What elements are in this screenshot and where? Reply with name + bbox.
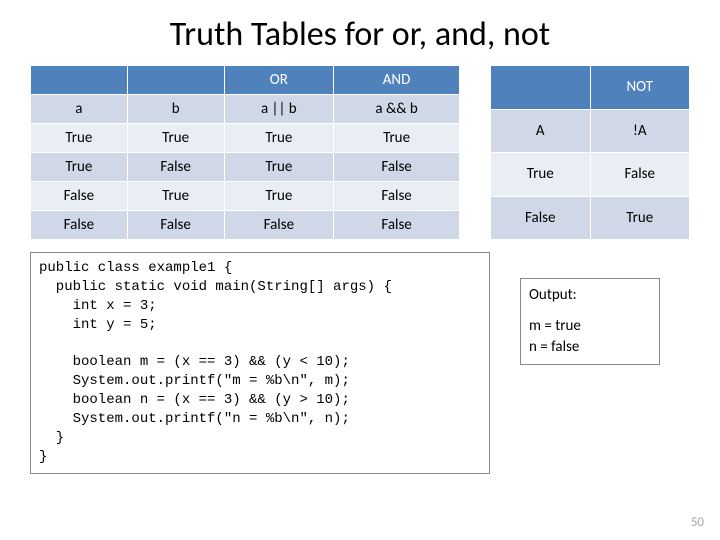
cell: True <box>224 124 334 153</box>
output-box: Output: m = true n = false <box>520 278 660 365</box>
cell: True <box>334 124 460 153</box>
cell: True <box>224 182 334 211</box>
cell: True <box>491 153 591 197</box>
cell: True <box>224 153 334 182</box>
col-or: a || b <box>224 95 334 124</box>
cell: False <box>590 153 690 197</box>
code-example: public class example1 { public static vo… <box>30 252 490 474</box>
table-row: True False True False <box>31 153 460 182</box>
blank-header <box>31 66 128 95</box>
col-not: !A <box>590 109 690 153</box>
output-label: Output: <box>529 285 651 306</box>
not-header: NOT <box>590 66 690 110</box>
col-a: A <box>491 109 591 153</box>
table-row: False False False False <box>31 211 460 240</box>
truth-table-not: NOT A !A True False False True <box>490 65 690 240</box>
page-number: 50 <box>691 515 704 530</box>
cell: False <box>491 196 591 240</box>
or-header: OR <box>224 66 334 95</box>
col-and: a && b <box>334 95 460 124</box>
cell: False <box>31 182 128 211</box>
cell: False <box>334 182 460 211</box>
cell: True <box>31 153 128 182</box>
cell: True <box>31 124 128 153</box>
cell: True <box>127 124 224 153</box>
cell: False <box>127 153 224 182</box>
tables-row: OR AND a b a || b a && b True True True … <box>0 61 720 240</box>
cell: True <box>127 182 224 211</box>
cell: False <box>224 211 334 240</box>
table-row: False True True False <box>31 182 460 211</box>
cell: False <box>334 211 460 240</box>
table-row: False True <box>491 196 690 240</box>
col-b: b <box>127 95 224 124</box>
truth-table-or-and: OR AND a b a || b a && b True True True … <box>30 65 460 240</box>
output-line: m = true <box>529 316 651 337</box>
cell: True <box>590 196 690 240</box>
cell: False <box>334 153 460 182</box>
output-line: n = false <box>529 337 651 358</box>
col-a: a <box>31 95 128 124</box>
and-header: AND <box>334 66 460 95</box>
cell: False <box>127 211 224 240</box>
table-row: True False <box>491 153 690 197</box>
blank-header <box>127 66 224 95</box>
cell: False <box>31 211 128 240</box>
table-row: True True True True <box>31 124 460 153</box>
blank-header <box>491 66 591 110</box>
slide-title: Truth Tables for or, and, not <box>0 0 720 61</box>
